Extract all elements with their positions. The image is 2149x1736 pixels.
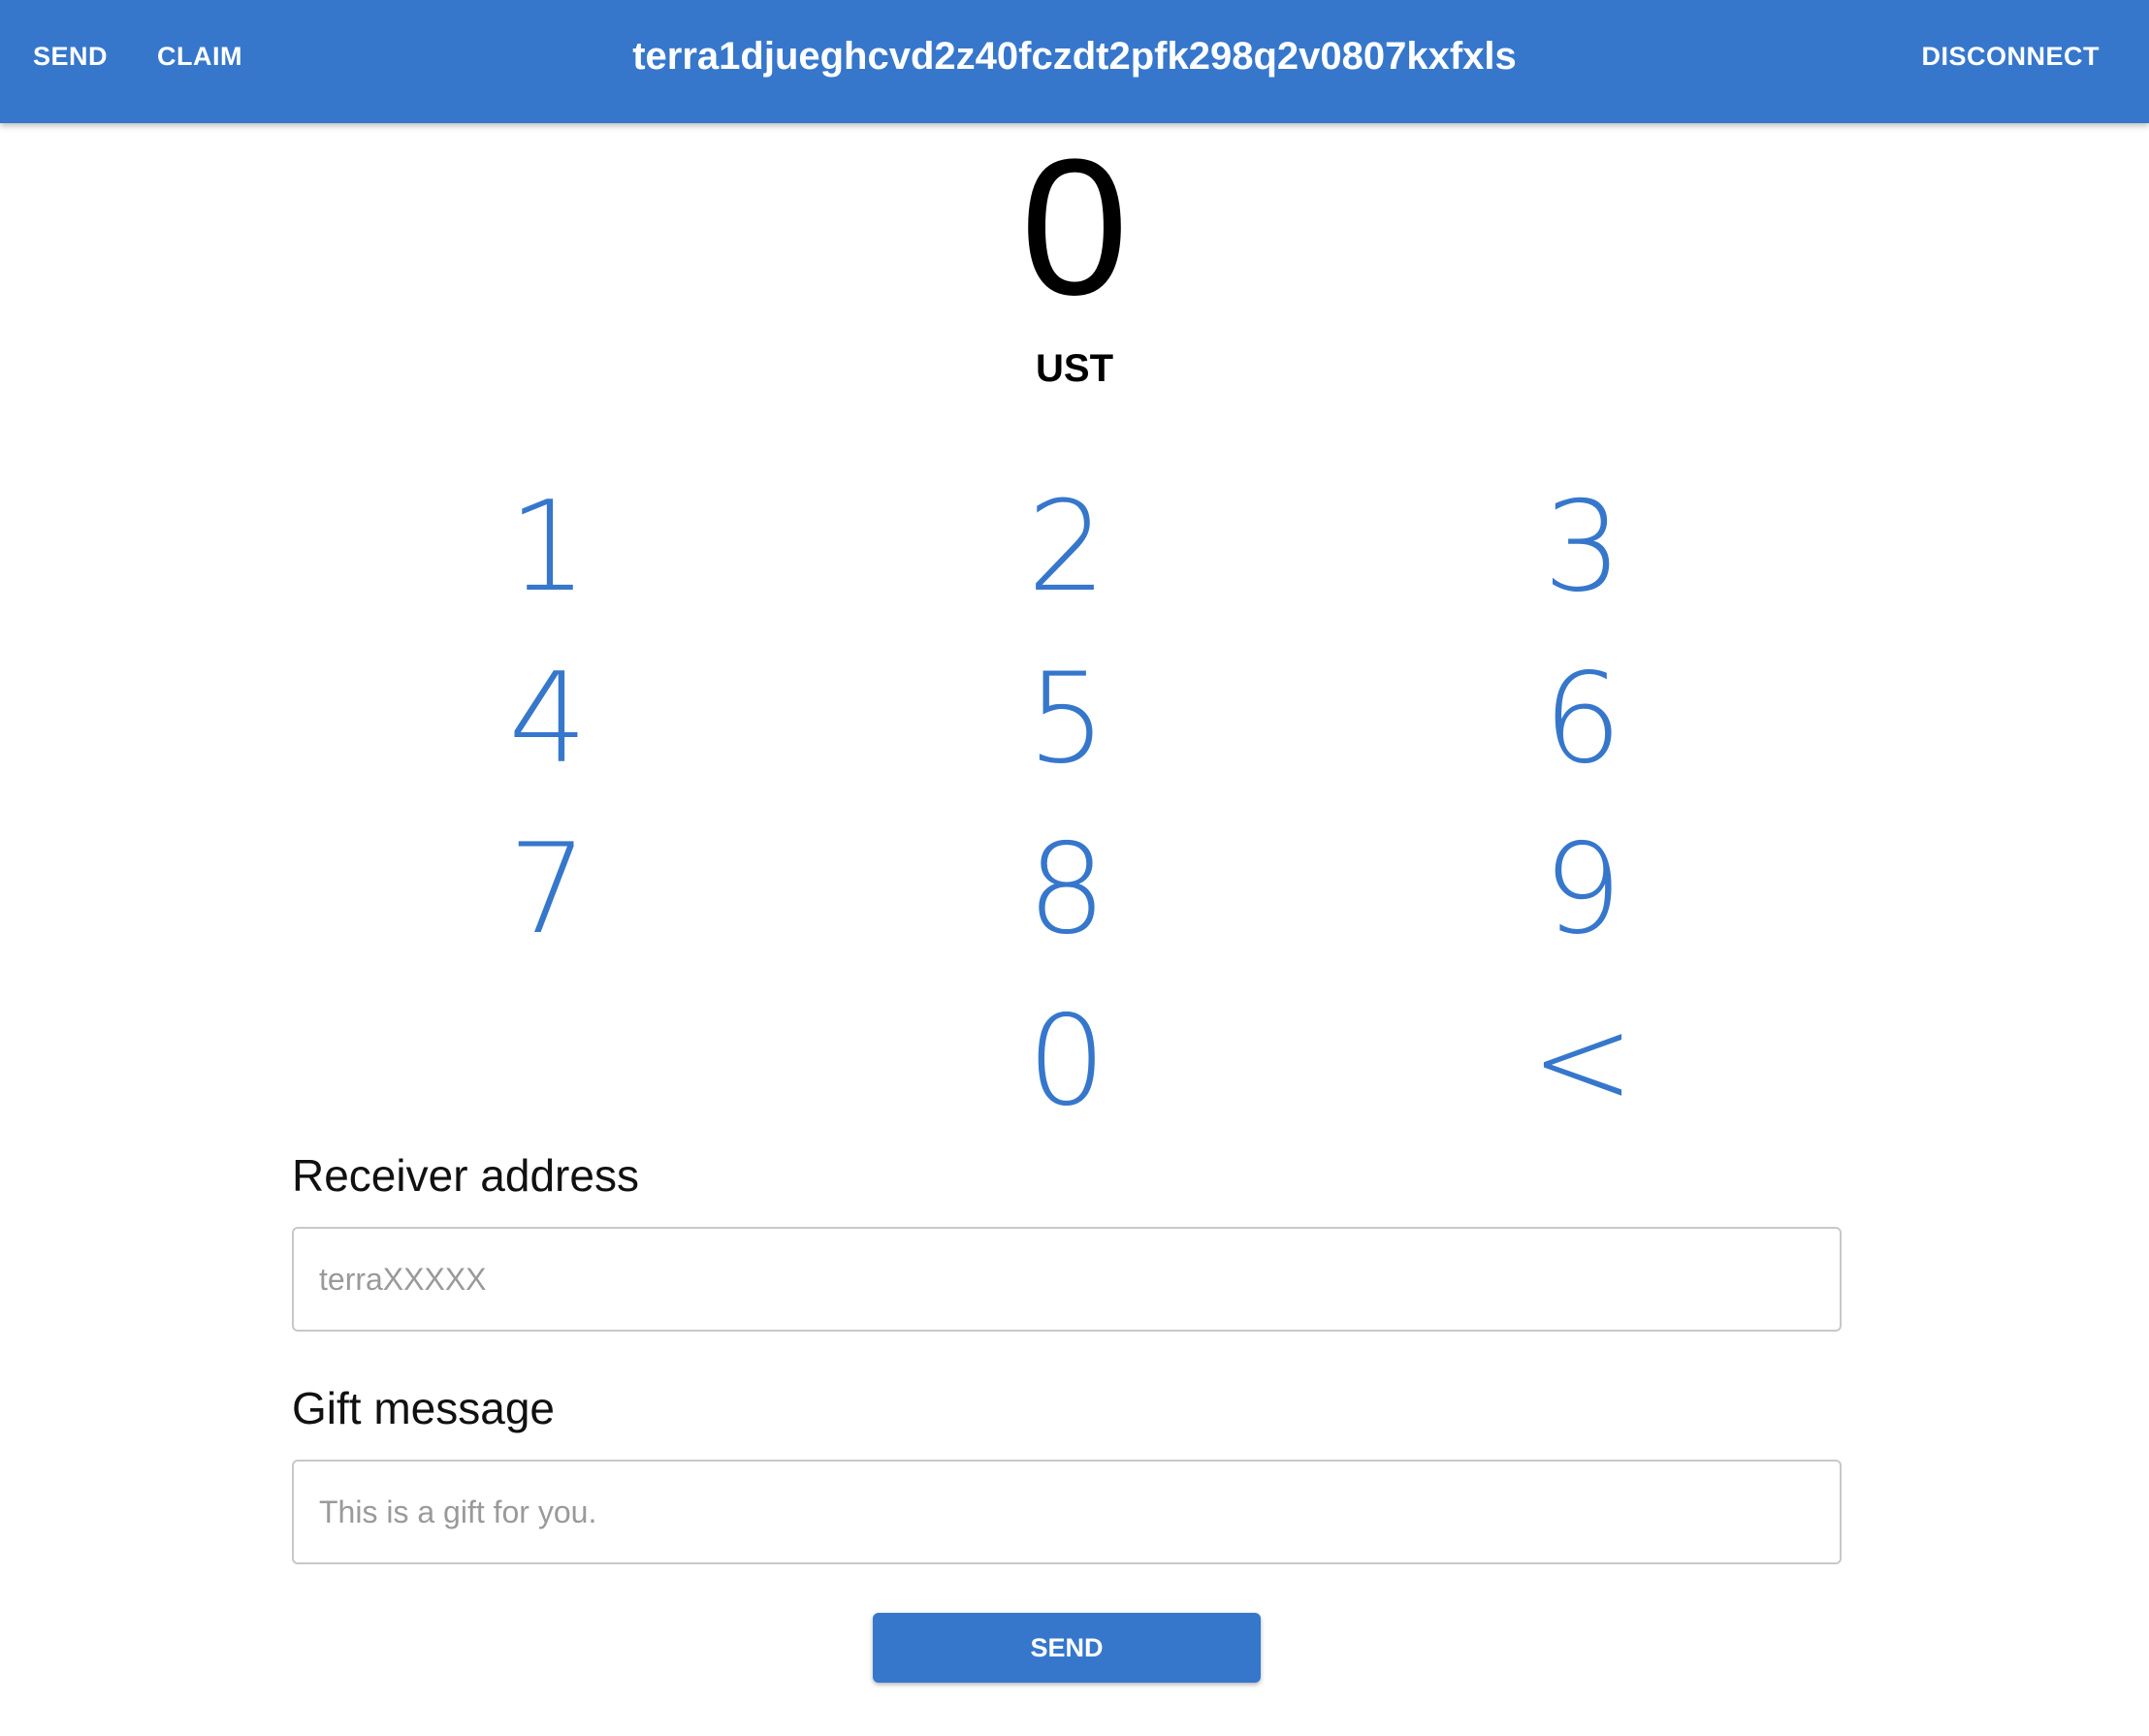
nav-send[interactable]: SEND <box>33 0 108 123</box>
keypad-3[interactable]: 3 <box>1437 470 1728 626</box>
receiver-address-label: Receiver address <box>292 1150 639 1201</box>
amount-display: 0 <box>1020 119 1129 336</box>
receiver-address-input[interactable] <box>292 1227 1842 1332</box>
gift-message-label: Gift message <box>292 1383 555 1433</box>
keypad-5[interactable]: 5 <box>921 642 1212 797</box>
top-app-bar: terra1djueghcvd2z40fczdt2pfk298q2v0807kx… <box>0 0 2149 123</box>
keypad-1[interactable]: 1 <box>402 470 693 626</box>
send-button[interactable]: SEND <box>873 1613 1261 1683</box>
keypad-4[interactable]: 4 <box>402 642 693 797</box>
keypad-7[interactable]: 7 <box>402 813 693 968</box>
keypad-9[interactable]: 9 <box>1437 813 1728 968</box>
disconnect-button[interactable]: DISCONNECT <box>1921 0 2100 123</box>
keypad-backspace[interactable]: < <box>1437 984 1728 1140</box>
keypad-6[interactable]: 6 <box>1437 642 1728 797</box>
wallet-address: terra1djueghcvd2z40fczdt2pfk298q2v0807kx… <box>632 35 1517 78</box>
keypad-8[interactable]: 8 <box>921 813 1212 968</box>
currency-unit: UST <box>1036 347 1113 390</box>
gift-message-input[interactable] <box>292 1460 1842 1564</box>
nav-claim[interactable]: CLAIM <box>157 0 242 123</box>
keypad-0[interactable]: 0 <box>921 984 1212 1140</box>
keypad-2[interactable]: 2 <box>921 470 1212 626</box>
